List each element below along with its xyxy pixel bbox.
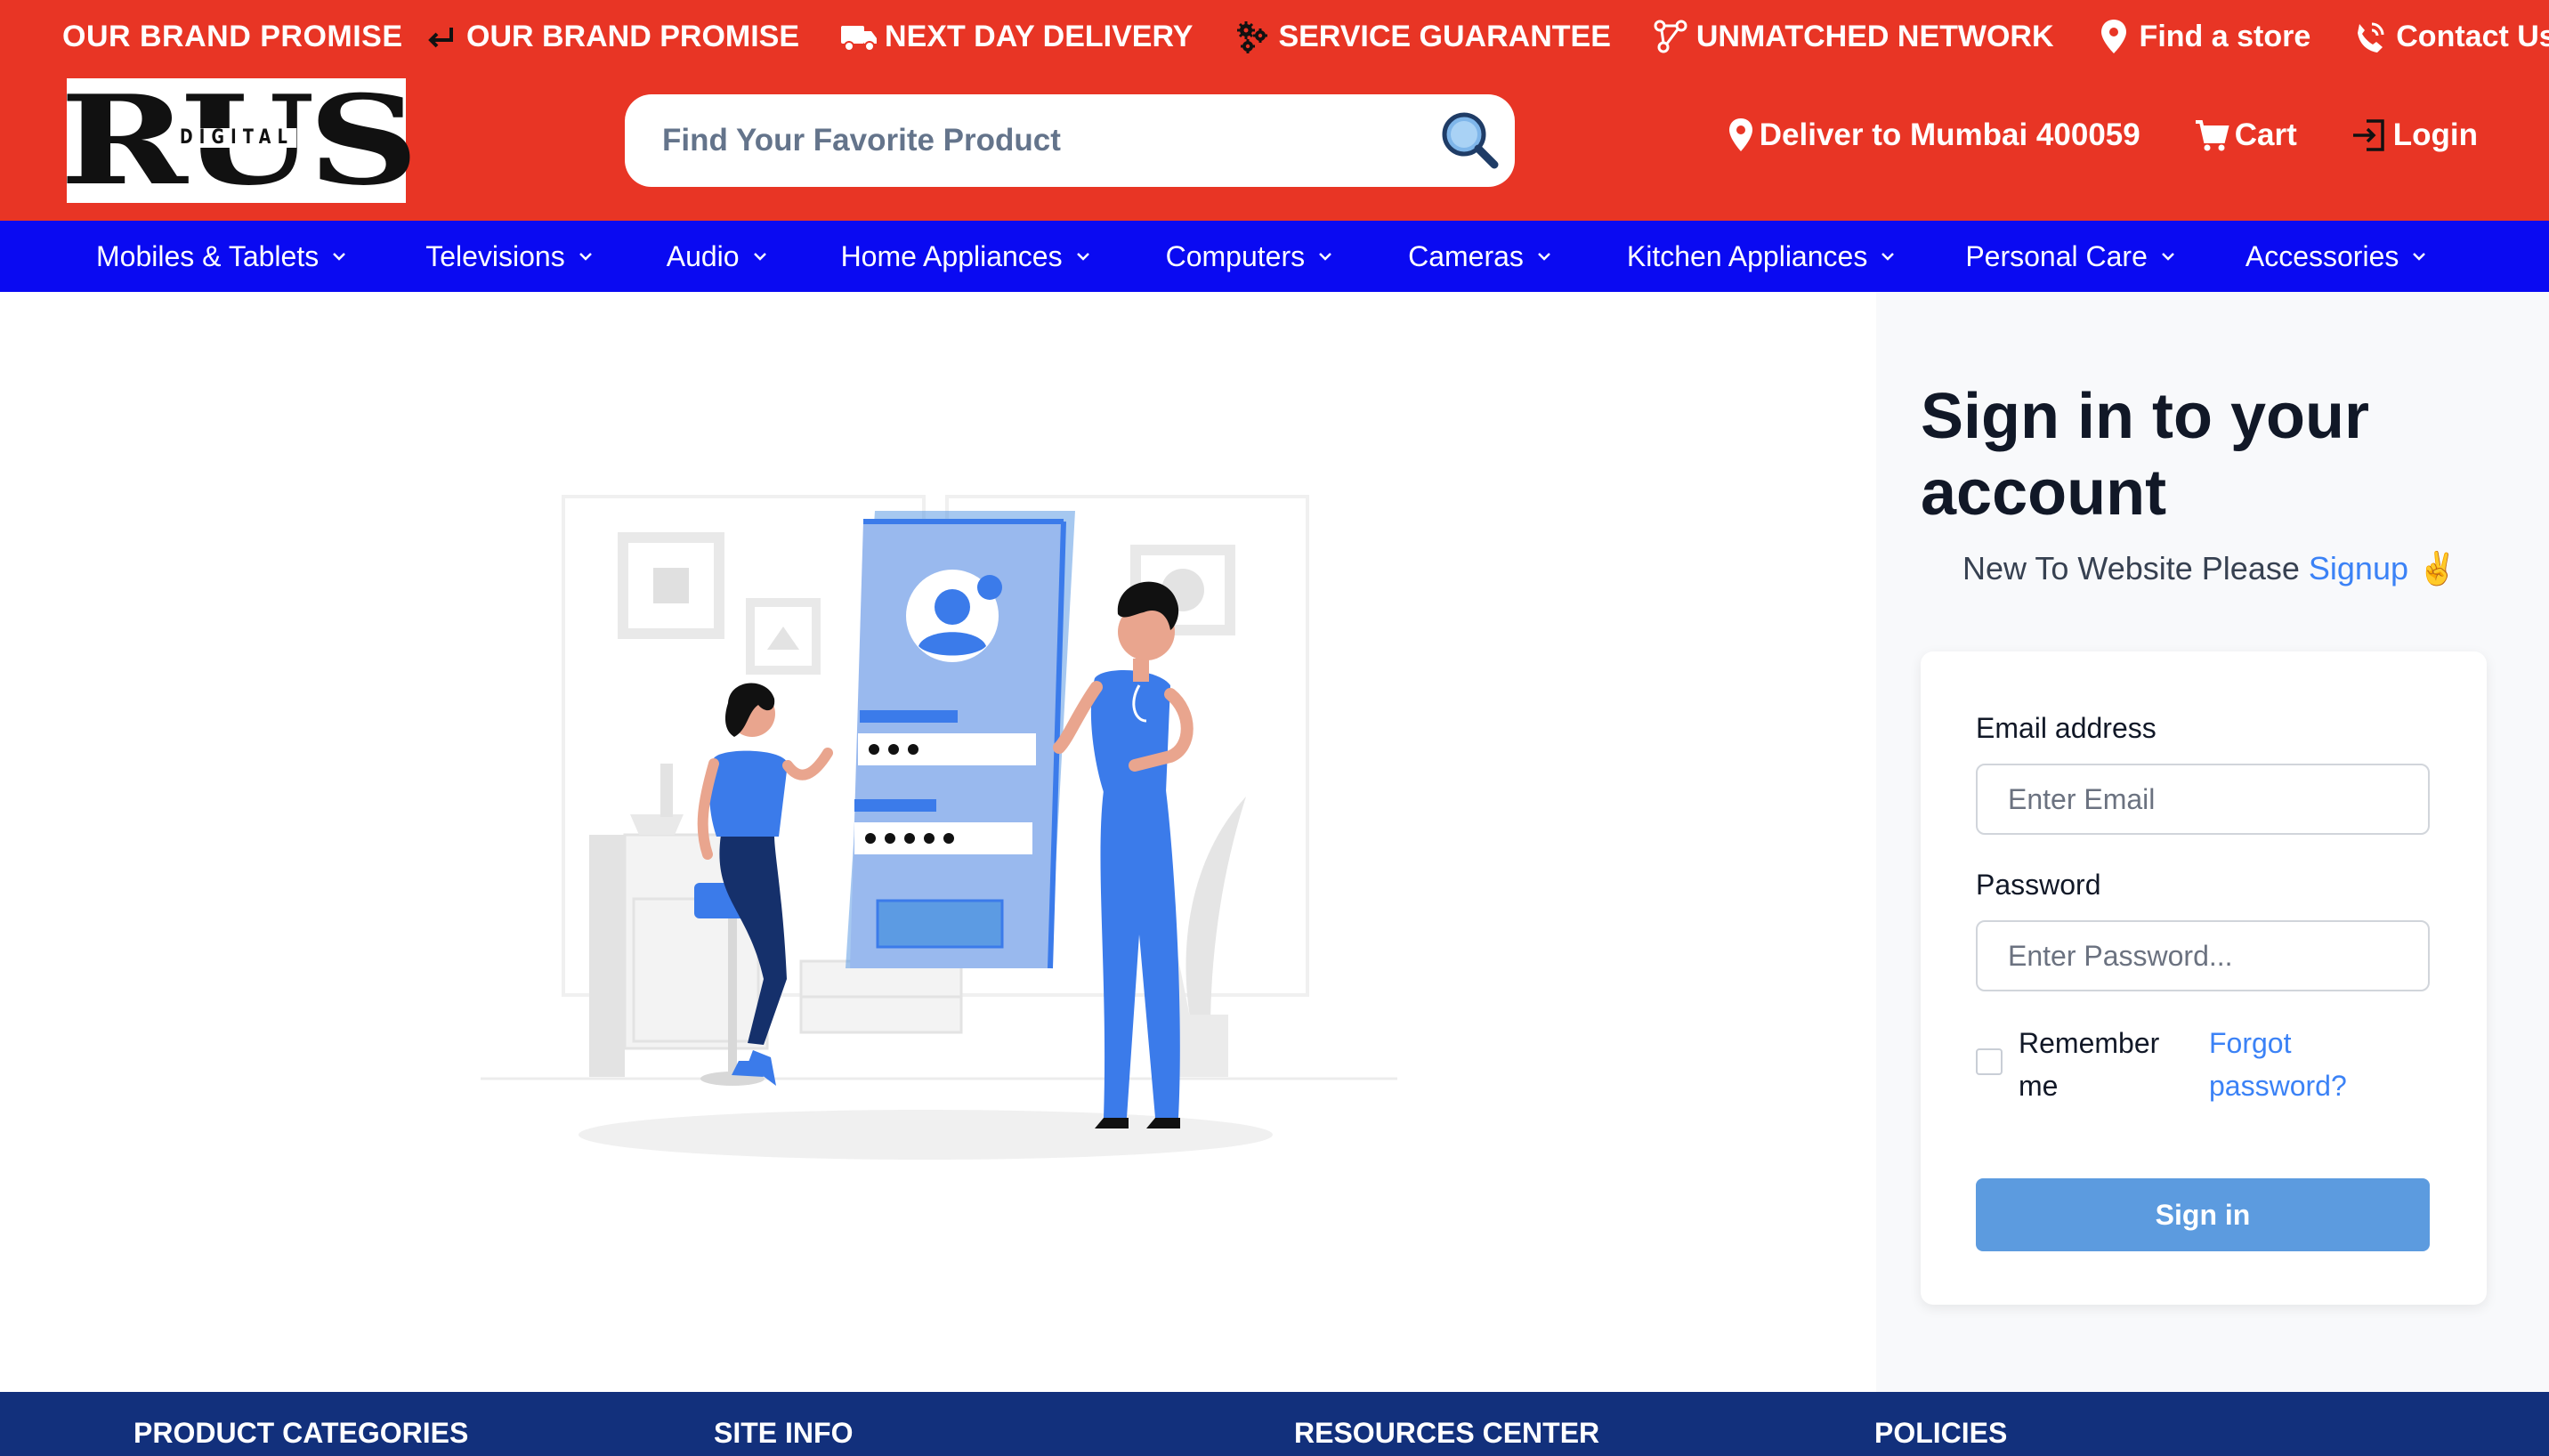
deliver-location-label: Deliver to Mumbai 400059 bbox=[1759, 117, 2140, 152]
top-link-brand-promise[interactable]: OUR BRAND PROMISE bbox=[418, 16, 799, 57]
footer-heading-product-categories: PRODUCT CATEGORIES bbox=[134, 1417, 469, 1449]
footer-heading-policies: POLICIES bbox=[1874, 1417, 2008, 1449]
top-link-find-store[interactable]: Find a store bbox=[2092, 16, 2311, 57]
signup-prefix: New To Website Please bbox=[1962, 550, 2300, 586]
nav-audio[interactable]: Audio bbox=[667, 240, 768, 273]
signin-title: Sign in to your account bbox=[1921, 381, 2369, 529]
login-label: Login bbox=[2392, 117, 2478, 152]
forgot-password-link[interactable]: Forgot password? bbox=[2209, 1022, 2387, 1107]
nav-televisions[interactable]: Televisions bbox=[425, 240, 594, 273]
cart-icon bbox=[2194, 117, 2229, 153]
search-button[interactable] bbox=[1435, 107, 1502, 174]
brand-promise-title: OUR BRAND PROMISE bbox=[62, 20, 403, 53]
email-field[interactable] bbox=[1976, 764, 2430, 835]
nav-label: Accessories bbox=[2245, 239, 2399, 272]
top-link-service-guarantee[interactable]: SERVICE GUARANTEE bbox=[1230, 16, 1611, 57]
search-bar bbox=[625, 94, 1515, 187]
deliver-location[interactable]: Deliver to Mumbai 400059 bbox=[1728, 117, 2140, 153]
site-header: OUR BRAND PROMISE OUR BRAND PROMISE NEXT… bbox=[0, 0, 2549, 221]
logo-subtitle: DIGITAL bbox=[176, 128, 296, 148]
nav-label: Audio bbox=[666, 239, 740, 272]
email-label: Email address bbox=[1976, 712, 2157, 744]
nav-label: Personal Care bbox=[1965, 239, 2148, 272]
nav-mobiles-tablets[interactable]: Mobiles & Tablets bbox=[96, 240, 347, 273]
signup-prompt: New To Website Please Signup ✌️ bbox=[1962, 550, 2457, 587]
chevron-down-icon bbox=[1536, 251, 1552, 262]
signin-card: Email address Password Remember me Forgo… bbox=[1921, 651, 2487, 1305]
phone-signal-icon bbox=[2348, 16, 2392, 57]
cart-label: Cart bbox=[2234, 117, 2297, 152]
signup-link[interactable]: Signup bbox=[2309, 550, 2408, 586]
chevron-down-icon bbox=[1075, 251, 1091, 262]
remember-me-checkbox[interactable] bbox=[1976, 1048, 2003, 1075]
top-link-contact-us[interactable]: Contact Us bbox=[2348, 16, 2549, 57]
magnifier-icon bbox=[1442, 112, 1499, 169]
top-link-label: NEXT DAY DELIVERY bbox=[885, 19, 1194, 53]
chevron-down-icon bbox=[2160, 251, 2176, 262]
chevron-down-icon bbox=[2411, 251, 2427, 262]
nav-label: Home Appliances bbox=[840, 239, 1063, 272]
site-logo[interactable]: RUS DIGITAL bbox=[61, 78, 419, 203]
search-input[interactable] bbox=[662, 123, 1419, 158]
signin-button[interactable]: Sign in bbox=[1976, 1178, 2430, 1251]
top-link-label: Contact Us bbox=[2396, 19, 2549, 53]
nav-label: Mobiles & Tablets bbox=[96, 239, 320, 272]
login-link[interactable]: Login bbox=[2351, 117, 2478, 153]
chevron-down-icon bbox=[331, 251, 347, 262]
chevron-down-icon bbox=[1317, 251, 1333, 262]
nav-label: Televisions bbox=[425, 239, 565, 272]
password-label: Password bbox=[1976, 869, 2101, 901]
map-pin-icon bbox=[1728, 117, 1754, 153]
login-icon bbox=[2351, 117, 2388, 153]
gears-icon bbox=[1230, 16, 1274, 57]
nav-computers[interactable]: Computers bbox=[1166, 240, 1334, 273]
top-link-label: OUR BRAND PROMISE bbox=[466, 19, 800, 53]
nav-label: Computers bbox=[1165, 239, 1306, 272]
victory-emoji: ✌️ bbox=[2417, 550, 2457, 586]
top-link-label: Find a store bbox=[2139, 19, 2311, 53]
nav-personal-care[interactable]: Personal Care bbox=[1965, 240, 2176, 273]
nav-label: Kitchen Appliances bbox=[1626, 239, 1868, 272]
chevron-down-icon bbox=[752, 251, 768, 262]
top-links-bar: OUR BRAND PROMISE NEXT DAY DELIVERY SERV… bbox=[418, 14, 2549, 59]
login-illustration bbox=[481, 495, 1397, 1160]
truck-icon bbox=[837, 16, 881, 57]
category-nav: Mobiles & Tablets Televisions Audio Home… bbox=[0, 221, 2549, 292]
cart-link[interactable]: Cart bbox=[2194, 117, 2297, 153]
footer-heading-site-info: SITE INFO bbox=[714, 1417, 854, 1449]
remember-me-label: Remember me bbox=[2019, 1027, 2160, 1102]
password-field[interactable] bbox=[1976, 920, 2430, 991]
top-link-label: UNMATCHED NETWORK bbox=[1695, 19, 2054, 53]
top-link-label: SERVICE GUARANTEE bbox=[1278, 19, 1611, 53]
header-actions: Deliver to Mumbai 400059 Cart Login bbox=[1728, 117, 2478, 153]
map-pin-icon bbox=[2092, 16, 2136, 57]
network-icon bbox=[1648, 16, 1693, 57]
top-link-next-day-delivery[interactable]: NEXT DAY DELIVERY bbox=[837, 16, 1193, 57]
nav-home-appliances[interactable]: Home Appliances bbox=[841, 240, 1091, 273]
nav-kitchen-appliances[interactable]: Kitchen Appliances bbox=[1627, 240, 1896, 273]
chevron-down-icon bbox=[578, 251, 594, 262]
top-link-unmatched-network[interactable]: UNMATCHED NETWORK bbox=[1648, 16, 2054, 57]
nav-label: Cameras bbox=[1408, 239, 1524, 272]
nav-cameras[interactable]: Cameras bbox=[1408, 240, 1552, 273]
footer-heading-resources-center: RESOURCES CENTER bbox=[1294, 1417, 1600, 1449]
chevron-down-icon bbox=[1880, 251, 1896, 262]
return-arrow-icon bbox=[418, 16, 463, 57]
nav-accessories[interactable]: Accessories bbox=[2246, 240, 2428, 273]
